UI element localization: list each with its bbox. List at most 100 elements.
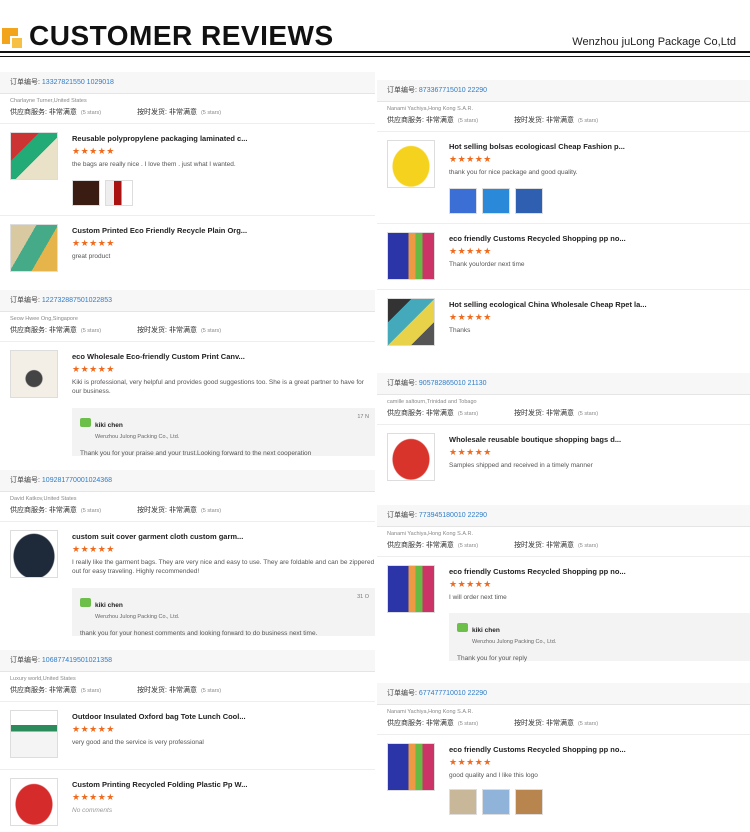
product-thumbnail[interactable] [387,232,435,280]
review-comment: thank you for nice package and good qual… [449,169,578,176]
review-item: eco friendly Customs Recycled Shopping p… [377,734,750,830]
product-title[interactable]: Custom Printed Eco Friendly Recycle Plai… [72,226,247,235]
seller-reply: kiki chen Wenzhou Julong Packing Co., Lt… [72,588,375,637]
order-number-link[interactable]: 122732887501022853 [42,297,112,304]
product-thumbnail[interactable] [10,132,58,180]
review-item: Custom Printed Eco Friendly Recycle Plai… [0,215,375,279]
page-header: CUSTOMER REVIEWS Wenzhou juLong Package … [0,0,750,60]
review-item: eco Wholesale Eco-friendly Custom Print … [0,341,375,467]
star-rating: ★★★★★ [449,757,492,767]
review-item: Hot selling bolsas ecologicasl Cheap Fas… [377,131,750,223]
product-thumbnail[interactable] [10,530,58,578]
rating-summary: 供应商服务: 非常满意 (5 stars) 按时发货: 非常满意 (5 stars) [10,687,222,694]
rating-summary: 供应商服务: 非常满意 (5 stars) 按时发货: 非常满意 (5 stars) [10,327,222,334]
review-photo[interactable] [515,188,543,214]
product-title[interactable]: Outdoor Insulated Oxford bag Tote Lunch … [72,712,246,721]
order-block: 订单编号: 13327821550 1029018 Charlayne Turn… [0,72,375,280]
product-thumbnail[interactable] [387,298,435,346]
review-item: Wholesale reusable boutique shopping bag… [377,424,750,492]
star-rating: ★★★★★ [449,246,492,256]
review-comment: good quality and I like this logo [449,772,538,779]
product-thumbnail[interactable] [387,743,435,791]
review-photo[interactable] [482,789,510,815]
order-number-bar: 订单编号: 106877419501021358 [0,650,375,672]
review-photo[interactable] [105,180,133,206]
order-block: 订单编号: 677477710010 22290 Nanami Yachiya,… [377,683,750,832]
customer-name: David Katkov,United States [10,496,77,502]
review-photos [449,188,543,214]
product-title[interactable]: Custom Printing Recycled Folding Plastic… [72,780,247,789]
review-item: custom suit cover garment cloth custom g… [0,521,375,647]
product-thumbnail[interactable] [387,433,435,481]
rating-summary: 供应商服务: 非常满意 (5 stars) 按时发货: 非常满意 (5 stars) [10,507,222,514]
seller-reply: kiki chen Wenzhou Julong Packing Co., Lt… [72,408,375,457]
reply-author: kiki chen [95,602,123,609]
product-title[interactable]: eco Wholesale Eco-friendly Custom Print … [72,352,245,361]
review-item: Outdoor Insulated Oxford bag Tote Lunch … [0,701,375,769]
star-rating: ★★★★★ [72,146,115,156]
order-number-link[interactable]: 109281770001024368 [42,477,112,484]
product-thumbnail[interactable] [10,350,58,398]
order-number-link[interactable]: 106877419501021358 [42,657,112,664]
product-thumbnail[interactable] [387,140,435,188]
reply-date: 31 O [357,594,369,600]
order-number-bar: 订单编号: 109281770001024368 [0,470,375,492]
product-title[interactable]: eco friendly Customs Recycled Shopping p… [449,745,626,754]
product-title[interactable]: eco friendly Customs Recycled Shopping p… [449,234,626,243]
customer-name: camille saltourn,Trinidad and Tobago [387,399,477,405]
review-photo[interactable] [515,789,543,815]
product-thumbnail[interactable] [10,224,58,272]
order-number-link[interactable]: 773945180010 22290 [419,512,487,519]
seller-icon [80,598,91,608]
order-number-bar: 订单编号: 122732887501022853 [0,290,375,312]
review-photo[interactable] [449,789,477,815]
customer-name: Nanami Yachiya,Hong Kong S.A.R. [387,709,474,715]
star-rating: ★★★★★ [72,238,115,248]
rating-summary: 供应商服务: 非常满意 (5 stars) 按时发货: 非常满意 (5 stars) [387,117,599,124]
review-comment: Samples shipped and received in a timely… [449,462,593,469]
product-title[interactable]: Wholesale reusable boutique shopping bag… [449,435,621,444]
review-comment: great product [72,253,111,260]
page-title: CUSTOMER REVIEWS [29,20,334,51]
left-review-column: 订单编号: 13327821550 1029018 Charlayne Turn… [0,72,375,832]
reply-text: Thank you for your reply [457,655,528,662]
review-comment: Thank you!order next time [449,261,525,268]
review-photo[interactable] [482,188,510,214]
product-title[interactable]: Reusable polypropylene packaging laminat… [72,134,247,143]
product-title[interactable]: custom suit cover garment cloth custom g… [72,532,243,541]
review-photo[interactable] [449,188,477,214]
review-comment: No comments [72,807,113,814]
order-block: 订单编号: 905782865010 21130 camille saltour… [377,373,750,497]
seller-reply: kiki chen Wenzhou Julong Packing Co., Lt… [449,613,750,662]
product-title[interactable]: Hot selling ecological China Wholesale C… [449,300,647,309]
customer-name: Charlayne Turner,United States [10,98,87,104]
review-comment: I will order next time [449,594,507,601]
review-photos [72,180,133,206]
rating-summary: 供应商服务: 非常满意 (5 stars) 按时发货: 非常满意 (5 stars) [387,542,599,549]
review-comment: very good and the service is very profes… [72,739,204,746]
divider [0,51,750,53]
order-number-link[interactable]: 677477710010 22290 [419,690,487,697]
reply-company: Wenzhou Julong Packing Co., Ltd. [472,639,557,645]
product-thumbnail[interactable] [387,565,435,613]
order-number-link[interactable]: 873367715010 22290 [419,87,487,94]
product-thumbnail[interactable] [10,778,58,826]
seller-icon [457,623,468,633]
customer-name: Seow Hwee Ong,Singapore [10,316,78,322]
review-comment: Kiki is professional, very helpful and p… [72,379,364,395]
order-number-bar: 订单编号: 873367715010 22290 [377,80,750,102]
reply-company: Wenzhou Julong Packing Co., Ltd. [95,614,180,620]
product-thumbnail[interactable] [10,710,58,758]
star-rating: ★★★★★ [72,544,115,554]
order-number-link[interactable]: 13327821550 1029018 [42,79,114,86]
review-photo[interactable] [72,180,100,206]
order-block: 订单编号: 122732887501022853 Seow Hwee Ong,S… [0,290,375,462]
star-rating: ★★★★★ [72,792,115,802]
product-title[interactable]: eco friendly Customs Recycled Shopping p… [449,567,626,576]
order-number-link[interactable]: 905782865010 21130 [419,380,487,387]
review-item: eco friendly Customs Recycled Shopping p… [377,223,750,289]
reply-company: Wenzhou Julong Packing Co., Ltd. [95,434,180,440]
review-comment: the bags are really nice . I love them .… [72,161,236,168]
product-title[interactable]: Hot selling bolsas ecologicasl Cheap Fas… [449,142,625,151]
star-rating: ★★★★★ [72,364,115,374]
